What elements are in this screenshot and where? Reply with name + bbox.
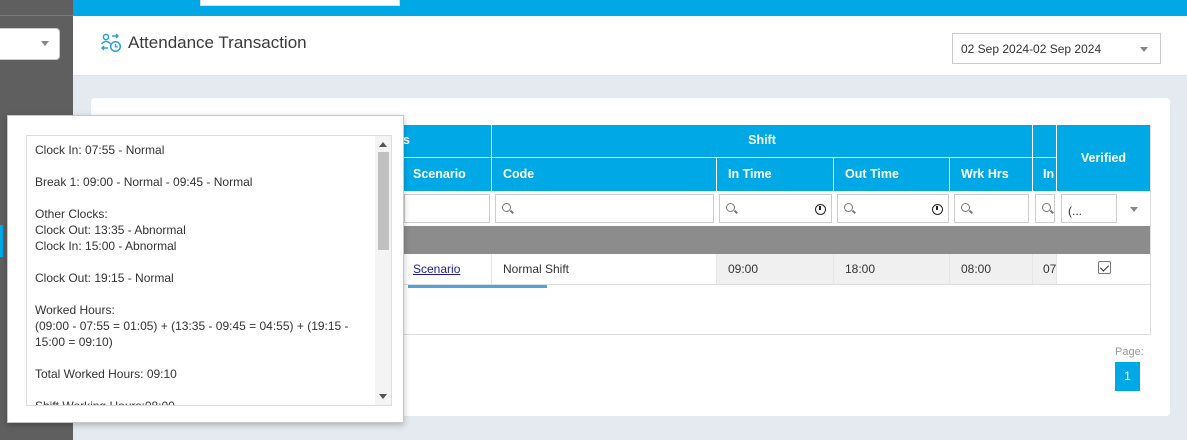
column-header-code[interactable]: Code bbox=[492, 158, 717, 191]
popup-line: Clock In: 15:00 - Abnormal bbox=[35, 239, 177, 253]
column-header-in-time[interactable]: In Time bbox=[717, 158, 834, 191]
clock-icon[interactable] bbox=[815, 204, 826, 215]
attendance-transaction-icon bbox=[100, 33, 122, 53]
column-header-wrk-hrs[interactable]: Wrk Hrs bbox=[950, 158, 1033, 191]
popup-line: Clock Out: 13:35 - Abnormal bbox=[35, 223, 186, 237]
popup-line: Total Worked Hours: 09:10 bbox=[35, 367, 177, 381]
top-search-input[interactable] bbox=[200, 0, 400, 6]
search-icon bbox=[1042, 203, 1051, 212]
popup-line: Shift Working Hours:08:00 bbox=[35, 399, 175, 406]
horizontal-scrollbar[interactable] bbox=[408, 285, 547, 288]
popup-line: Other Clocks: bbox=[35, 207, 108, 221]
cell-verified bbox=[1057, 254, 1151, 285]
group-header-shift: Shift bbox=[492, 125, 1033, 158]
search-icon bbox=[844, 203, 853, 212]
column-header-verified[interactable]: Verified bbox=[1057, 125, 1151, 191]
cell-out-time: 18:00 bbox=[834, 254, 950, 285]
scroll-down-arrow-icon[interactable] bbox=[379, 394, 387, 399]
sidebar-top bbox=[0, 0, 73, 16]
clock-icon[interactable] bbox=[932, 204, 943, 215]
column-header-in[interactable]: In bbox=[1033, 158, 1057, 191]
scenario-link[interactable]: Scenario bbox=[413, 262, 460, 276]
search-icon bbox=[726, 203, 735, 212]
popup-line: Break 1: 09:00 - Normal - 09:45 - Normal bbox=[35, 175, 253, 189]
sidebar-active-indicator bbox=[0, 225, 3, 257]
grid-bottom-divider bbox=[321, 334, 1151, 335]
page-header: Attendance Transaction 02 Sep 2024-02 Se… bbox=[73, 16, 1187, 76]
popup-textarea[interactable]: Clock In: 07:55 - Normal Break 1: 09:00 … bbox=[26, 135, 392, 406]
chevron-down-icon bbox=[41, 41, 49, 46]
verified-checkbox[interactable] bbox=[1098, 261, 1111, 274]
grid-right-border bbox=[1150, 125, 1151, 335]
cell-code: Normal Shift bbox=[492, 254, 717, 285]
filter-verified-dropdown[interactable] bbox=[1121, 194, 1149, 223]
column-header-out-time[interactable]: Out Time bbox=[834, 158, 950, 191]
chevron-down-icon bbox=[1140, 47, 1148, 52]
popup-line: Clock In: 07:55 - Normal bbox=[35, 143, 165, 157]
chevron-down-icon bbox=[1130, 207, 1138, 212]
search-icon bbox=[961, 203, 970, 212]
popup-text: Clock In: 07:55 - Normal Break 1: 09:00 … bbox=[35, 142, 375, 406]
clock-details-popup: Clock In: 07:55 - Normal Break 1: 09:00 … bbox=[7, 115, 404, 423]
top-bar bbox=[73, 0, 1187, 16]
cell-in: 07 bbox=[1033, 254, 1057, 285]
popup-scrollbar[interactable] bbox=[375, 136, 391, 405]
filter-code-input[interactable] bbox=[495, 194, 714, 223]
filter-out-time-input[interactable] bbox=[837, 194, 949, 223]
filter-in-time-input[interactable] bbox=[719, 194, 832, 223]
popup-line: Clock Out: 19:15 - Normal bbox=[35, 271, 174, 285]
filter-wrk-hrs-input[interactable] bbox=[954, 194, 1029, 223]
date-range-value: 02 Sep 2024-02 Sep 2024 bbox=[961, 42, 1102, 56]
cell-wrk-hrs: 08:00 bbox=[950, 254, 1033, 285]
scroll-up-arrow-icon[interactable] bbox=[379, 142, 387, 147]
group-row[interactable] bbox=[321, 226, 1151, 254]
filter-in-input[interactable] bbox=[1035, 194, 1055, 223]
scroll-thumb[interactable] bbox=[378, 152, 389, 250]
filter-verified-select[interactable]: (... bbox=[1061, 194, 1117, 223]
date-range-select[interactable]: 02 Sep 2024-02 Sep 2024 bbox=[952, 33, 1161, 64]
filter-verified-value: (... bbox=[1068, 204, 1082, 218]
sidebar-select[interactable] bbox=[0, 28, 60, 60]
search-icon bbox=[502, 203, 511, 212]
popup-line: Worked Hours: bbox=[35, 303, 115, 317]
page-button[interactable]: 1 bbox=[1115, 362, 1140, 391]
filter-scenario-input[interactable] bbox=[404, 194, 490, 223]
cell-in-time: 09:00 bbox=[717, 254, 834, 285]
group-header-next bbox=[1033, 125, 1057, 158]
page-title: Attendance Transaction bbox=[128, 33, 307, 52]
popup-line: (09:00 - 07:55 = 01:05) + (13:35 - 09:45… bbox=[35, 319, 349, 349]
pager-label: Page: bbox=[1115, 346, 1144, 358]
